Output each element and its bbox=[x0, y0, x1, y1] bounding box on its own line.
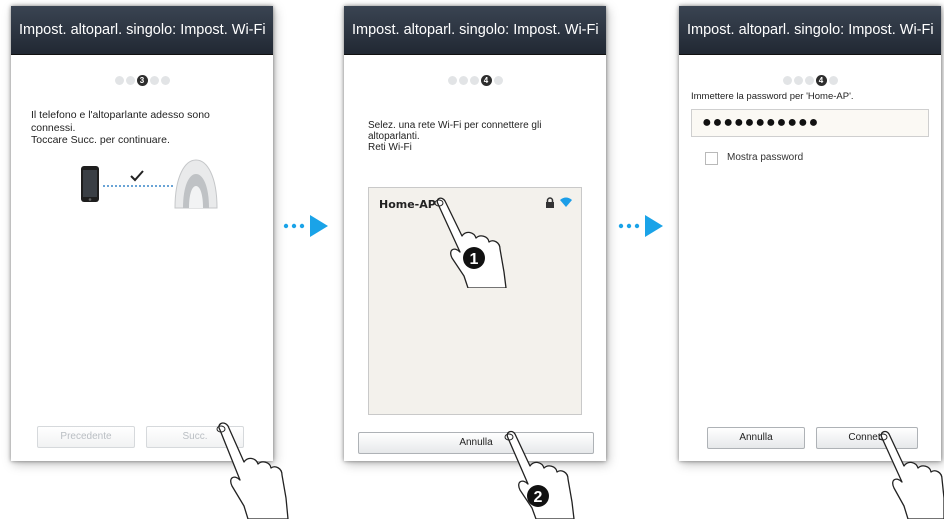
connection-message: Il telefono e l'altoparlante adesso sono… bbox=[31, 109, 263, 147]
title-bar: Impost. altoparl. singolo: Impost. Wi-Fi bbox=[344, 6, 606, 55]
show-password-checkbox[interactable] bbox=[705, 152, 718, 165]
step-dot-active: 4 bbox=[480, 75, 492, 87]
title-bar: Impost. altoparl. singolo: Impost. Wi-Fi bbox=[679, 6, 941, 55]
wifi-message: Selez. una rete Wi-Fi per connettere gli… bbox=[368, 120, 588, 153]
password-field[interactable]: ●●●●●●●●●●● bbox=[691, 109, 929, 137]
step-dot bbox=[469, 76, 479, 86]
step-dot bbox=[493, 76, 503, 86]
password-prompt: Immettere la password per 'Home-AP'. bbox=[691, 91, 854, 102]
step-dot bbox=[828, 76, 838, 86]
title-bar: Impost. altoparl. singolo: Impost. Wi-Fi bbox=[11, 6, 273, 55]
step-dot bbox=[458, 76, 468, 86]
message-line: connessi. bbox=[31, 121, 76, 134]
wifi-icon bbox=[560, 197, 572, 207]
flow-arrow-icon bbox=[618, 215, 663, 237]
tap-hand-icon: 1 bbox=[434, 197, 507, 288]
message-line: Il telefono e l'altoparlante adesso sono bbox=[31, 109, 210, 121]
step-dot bbox=[114, 76, 124, 86]
step-indicator: 3 bbox=[11, 72, 273, 87]
callout-number-2: 2 bbox=[534, 489, 543, 506]
smartphone-icon bbox=[81, 166, 99, 202]
step-dot-active: 3 bbox=[136, 75, 148, 87]
step-dot-active: 4 bbox=[815, 75, 827, 87]
tap-hand-icon bbox=[216, 422, 289, 519]
callout-number-1: 1 bbox=[470, 251, 479, 268]
tap-hand-icon bbox=[878, 430, 944, 519]
message-line: altoparlanti. bbox=[368, 131, 420, 142]
message-line: Selez. una rete Wi-Fi per connettere gli bbox=[368, 120, 542, 131]
step-dot bbox=[149, 76, 159, 86]
flow-arrow-icon bbox=[283, 215, 328, 237]
step-dot bbox=[125, 76, 135, 86]
speaker-icon bbox=[174, 159, 218, 209]
step-dot bbox=[447, 76, 457, 86]
step-dot bbox=[793, 76, 803, 86]
phone-speaker-illustration bbox=[81, 159, 218, 209]
screen-phone-connected: Impost. altoparl. singolo: Impost. Wi-Fi… bbox=[11, 6, 273, 461]
show-password-label: Mostra password bbox=[727, 152, 804, 163]
step-dot bbox=[804, 76, 814, 86]
step-indicator: 4 bbox=[679, 72, 941, 87]
previous-button[interactable]: Precedente bbox=[37, 426, 135, 448]
checkmark-icon bbox=[130, 170, 144, 182]
network-name: Home-AP bbox=[379, 198, 436, 211]
step-indicator: 4 bbox=[344, 72, 606, 87]
cancel-button[interactable]: Annulla bbox=[707, 427, 805, 449]
step-dot bbox=[782, 76, 792, 86]
step-dot bbox=[160, 76, 170, 86]
lock-icon bbox=[546, 197, 554, 208]
message-line: Reti Wi-Fi bbox=[368, 142, 412, 153]
screen-enter-password: Impost. altoparl. singolo: Impost. Wi-Fi… bbox=[679, 6, 941, 461]
message-line: Toccare Succ. per continuare. bbox=[31, 134, 170, 146]
tap-hand-icon: 2 bbox=[504, 430, 575, 519]
